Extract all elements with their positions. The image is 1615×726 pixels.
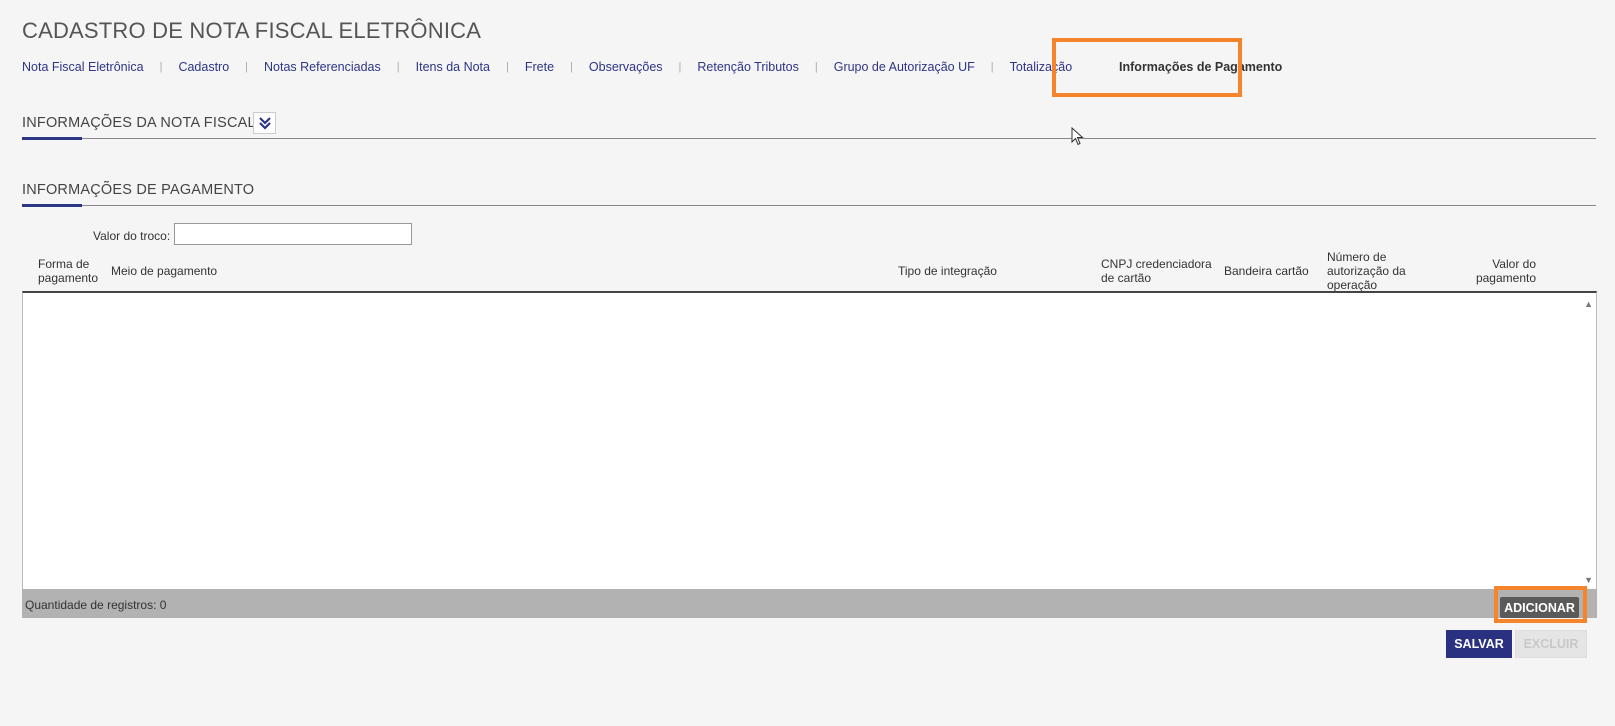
- tab-separator: |: [396, 61, 400, 73]
- tab-frete[interactable]: Frete: [525, 60, 554, 74]
- column-header-cnpj-credenciadora[interactable]: CNPJ credenciadora de cartão: [1101, 257, 1217, 285]
- column-header-meio-pagamento[interactable]: Meio de pagamento: [111, 264, 217, 278]
- tab-separator: |: [678, 61, 682, 73]
- scroll-down-icon[interactable]: ▼: [1584, 575, 1593, 585]
- column-header-numero-autorizacao[interactable]: Número de autorização da operação: [1327, 250, 1417, 292]
- tab-grupo-autorizacao-uf[interactable]: Grupo de Autorização UF: [834, 60, 975, 74]
- tab-separator: |: [570, 61, 573, 73]
- table-footer: Quantidade de registros: 0: [22, 589, 1597, 618]
- tab-separator: |: [814, 61, 818, 73]
- troco-label: Valor do troco:: [93, 229, 171, 243]
- save-button[interactable]: SALVAR: [1446, 630, 1512, 658]
- tab-separator: |: [990, 61, 994, 73]
- tab-separator: |: [245, 61, 249, 73]
- payment-table-body[interactable]: ▲ ▼: [22, 291, 1597, 589]
- double-chevron-down-icon: [258, 117, 271, 130]
- column-header-valor-pagamento[interactable]: Valor do pagamento: [1466, 257, 1536, 285]
- tab-totalizacao[interactable]: Totalização: [1010, 60, 1073, 74]
- mouse-cursor-icon: [1071, 127, 1084, 146]
- tab-cadastro[interactable]: Cadastro: [178, 60, 229, 74]
- delete-button[interactable]: EXCLUIR: [1515, 630, 1587, 658]
- section-accent: [22, 137, 82, 140]
- column-header-tipo-integracao[interactable]: Tipo de integração: [898, 264, 997, 278]
- tab-separator: |: [159, 61, 163, 73]
- column-header-bandeira-cartao[interactable]: Bandeira cartão: [1224, 264, 1309, 278]
- expand-section-button[interactable]: [253, 112, 276, 134]
- tab-separator: |: [505, 61, 509, 73]
- section-rule: [22, 138, 1596, 139]
- tab-nota-fiscal-eletronica[interactable]: Nota Fiscal Eletrônica: [22, 60, 144, 74]
- section-title-nota-fiscal: INFORMAÇÕES DA NOTA FISCAL: [22, 115, 256, 131]
- section-rule: [22, 205, 1596, 206]
- tab-observacoes[interactable]: Observações: [589, 60, 663, 74]
- tab-notas-referenciadas[interactable]: Notas Referenciadas: [264, 60, 381, 74]
- column-header-forma-pagamento[interactable]: Forma de pagamento: [38, 257, 104, 285]
- section-title-pagamento: INFORMAÇÕES DE PAGAMENTO: [22, 182, 255, 198]
- add-button[interactable]: ADICIONAR: [1500, 597, 1579, 618]
- tab-informacoes-de-pagamento[interactable]: Informações de Pagamento: [1119, 60, 1282, 74]
- tab-itens-da-nota[interactable]: Itens da Nota: [416, 60, 490, 74]
- page-title: CADASTRO DE NOTA FISCAL ELETRÔNICA: [22, 18, 482, 43]
- scroll-up-icon[interactable]: ▲: [1584, 299, 1593, 309]
- section-accent: [22, 204, 82, 207]
- tab-retencao-tributos[interactable]: Retenção Tributos: [697, 60, 798, 74]
- tab-bar: Nota Fiscal Eletrônica | Cadastro | Nota…: [22, 60, 1282, 74]
- record-count: Quantidade de registros: 0: [25, 598, 167, 612]
- troco-input[interactable]: [174, 223, 412, 245]
